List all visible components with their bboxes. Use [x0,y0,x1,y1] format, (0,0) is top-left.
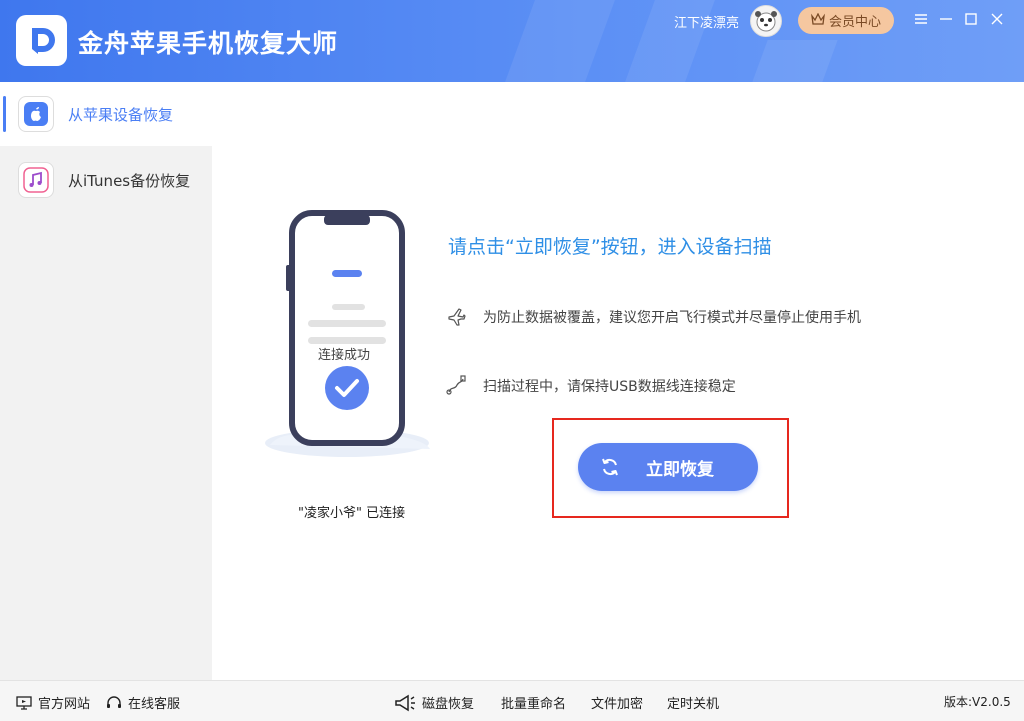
apple-icon [18,96,54,132]
recover-now-button[interactable]: 立即恢复 [578,443,758,491]
vip-center-button[interactable]: 会员中心 [798,7,894,34]
version-label: 版本:V2.0.5 [944,693,1011,710]
sidebar: 从苹果设备恢复 从iTunes备份恢复 [0,82,212,680]
version-text: 版本:V2.0.5 [944,695,1011,709]
username[interactable]: 江下凌漂亮 [674,12,739,31]
official-website-link[interactable]: 官方网站 [16,693,90,712]
menu-icon[interactable] [912,10,930,28]
status-bar: 官方网站 在线客服 磁盘恢复 批量重命名 文件加密 定时关机 版本:V2.0.5 [0,680,1024,721]
main-title: 请点击“立即恢复”按钮，进入设备扫描 [448,236,772,258]
user-avatar[interactable] [750,5,782,37]
minimize-icon[interactable] [937,10,955,28]
tool-label: 磁盘恢复 [422,697,475,712]
online-support-link[interactable]: 在线客服 [106,693,180,712]
support-label: 在线客服 [128,697,181,712]
batch-rename-link[interactable]: 批量重命名 [501,693,566,712]
crown-icon [811,12,825,29]
vip-label: 会员中心 [828,15,881,30]
music-note-icon [18,162,54,198]
tool-label: 批量重命名 [501,697,567,712]
phone-illustration [265,210,430,457]
checkmark-icon [325,366,369,410]
title-bar: 金舟苹果手机恢复大师 江下凌漂亮 会员中心 [0,0,1024,82]
sidebar-item-itunes-backup[interactable]: 从iTunes备份恢复 [0,148,212,212]
app-logo [16,15,67,66]
device-connected-label: "凌家小爷" 已连接 [298,506,406,521]
sidebar-item-label: 从iTunes备份恢复 [68,171,191,190]
tip-usb-stable: 扫描过程中，请保持USB数据线连接稳定 [483,379,736,395]
headset-icon [107,695,121,708]
refresh-icon [602,458,618,476]
monitor-icon [16,695,32,710]
airplane-icon [448,308,466,326]
tip-airplane-mode: 为防止数据被覆盖，建议您开启飞行模式并尽量停止使用手机 [483,310,861,326]
active-indicator [3,96,6,132]
phone-status-text: 连接成功 [318,348,371,363]
file-encrypt-link[interactable]: 文件加密 [591,693,643,712]
usb-cable-icon [446,375,466,395]
sidebar-item-apple-device[interactable]: 从苹果设备恢复 [0,82,212,146]
tool-label: 定时关机 [667,697,720,712]
timed-shutdown-link[interactable]: 定时关机 [667,693,719,712]
website-label: 官方网站 [38,697,91,712]
megaphone-icon [395,694,415,711]
recover-button-label: 立即恢复 [646,459,714,480]
app-title: 金舟苹果手机恢复大师 [78,29,339,58]
close-icon[interactable] [988,10,1006,28]
tool-label: 文件加密 [591,697,644,712]
sidebar-item-label: 从苹果设备恢复 [68,105,174,124]
disk-recovery-link[interactable]: 磁盘恢复 [394,693,474,712]
maximize-icon[interactable] [962,10,980,28]
